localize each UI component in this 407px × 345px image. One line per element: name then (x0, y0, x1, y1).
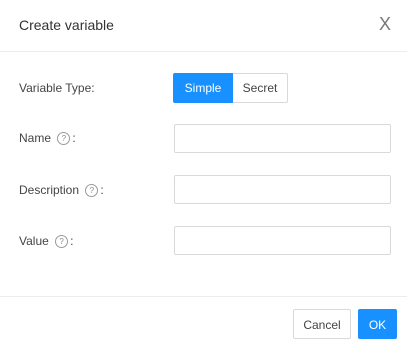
close-icon[interactable]: X (375, 13, 395, 35)
value-label-suffix: : (70, 234, 74, 248)
help-icon[interactable]: ? (85, 184, 99, 197)
variable-type-label: Variable Type: (19, 81, 95, 95)
name-label-text: Name (19, 131, 52, 145)
help-icon[interactable]: ? (57, 132, 71, 145)
description-label-text: Description (19, 183, 80, 197)
dialog-header: Create variable X (0, 0, 407, 52)
dialog-title: Create variable (19, 17, 114, 33)
description-input[interactable] (174, 175, 391, 204)
ok-button[interactable]: OK (358, 309, 397, 339)
variable-type-toggle: Simple Secret (173, 73, 288, 103)
variable-type-label-text: Variable Type (19, 81, 92, 95)
description-label: Description ?: (19, 183, 104, 197)
value-label: Value ?: (19, 234, 74, 248)
variable-type-label-suffix: : (91, 81, 95, 95)
create-variable-dialog: Create variable X Variable Type: Simple … (0, 0, 407, 345)
name-label-suffix: : (72, 131, 76, 145)
variable-type-simple-button[interactable]: Simple (173, 73, 233, 103)
variable-type-secret-button[interactable]: Secret (233, 73, 288, 103)
name-input[interactable] (174, 124, 391, 153)
value-input[interactable] (174, 226, 391, 255)
name-label: Name ?: (19, 131, 76, 145)
value-label-text: Value (19, 234, 49, 248)
help-icon[interactable]: ? (55, 235, 69, 248)
cancel-button[interactable]: Cancel (293, 309, 351, 339)
dialog-footer: Cancel OK (0, 296, 407, 345)
description-label-suffix: : (100, 183, 104, 197)
